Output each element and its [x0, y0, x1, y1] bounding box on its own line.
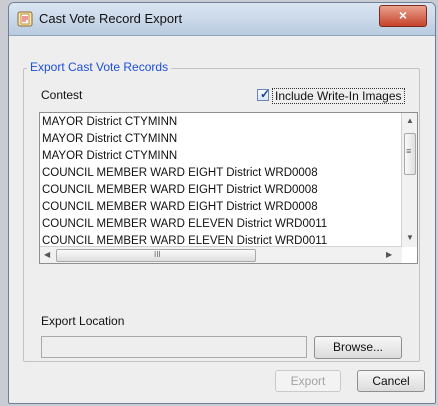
include-write-in-images-checkbox[interactable]: ✓ Include Write-In Images: [257, 87, 419, 105]
dialog-content: Export Cast Vote Records Contest ✓ Inclu…: [15, 36, 429, 397]
scroll-left-icon[interactable]: ◀: [44, 250, 50, 259]
list-item[interactable]: MAYOR District CTYMINN: [42, 114, 177, 131]
include-write-in-images-label[interactable]: Include Write-In Images: [272, 88, 405, 104]
contest-list[interactable]: MAYOR District CTYMINN MAYOR District CT…: [39, 112, 418, 264]
close-icon: ×: [398, 7, 408, 23]
contest-label: Contest: [41, 88, 83, 102]
window-title: Cast Vote Record Export: [39, 11, 183, 26]
app-icon: [17, 11, 33, 27]
grip-icon: III: [154, 250, 161, 259]
scroll-down-icon[interactable]: ▼: [406, 233, 414, 242]
cancel-button[interactable]: Cancel: [357, 370, 425, 392]
scroll-right-icon[interactable]: ▶: [386, 250, 392, 259]
list-item[interactable]: COUNCIL MEMBER WARD EIGHT District WRD00…: [42, 199, 318, 216]
horizontal-scroll-thumb[interactable]: III: [56, 249, 256, 262]
group-title: Export Cast Vote Records: [27, 60, 172, 74]
list-item[interactable]: COUNCIL MEMBER WARD EIGHT District WRD00…: [42, 165, 318, 182]
export-location-label: Export Location: [41, 314, 125, 328]
checkmark-icon: ✓: [260, 87, 271, 101]
list-item[interactable]: COUNCIL MEMBER WARD EIGHT District WRD00…: [42, 182, 318, 199]
cast-vote-record-export-dialog: Cast Vote Record Export × Export Cast Vo…: [8, 2, 436, 404]
export-location-field[interactable]: [41, 336, 307, 358]
grip-icon: ≡: [406, 146, 412, 156]
vertical-scroll-thumb[interactable]: ≡: [404, 133, 416, 175]
checkbox-box[interactable]: ✓: [257, 87, 271, 101]
vertical-scrollbar[interactable]: ▲ ≡ ▼: [401, 113, 417, 247]
horizontal-scrollbar[interactable]: ◀ III ▶: [40, 246, 402, 263]
list-item[interactable]: MAYOR District CTYMINN: [42, 131, 177, 148]
list-item[interactable]: COUNCIL MEMBER WARD ELEVEN District WRD0…: [42, 216, 327, 233]
export-button[interactable]: Export: [275, 370, 341, 392]
title-bar[interactable]: Cast Vote Record Export ×: [9, 3, 435, 36]
scroll-up-icon[interactable]: ▲: [406, 116, 414, 125]
browse-button[interactable]: Browse...: [314, 336, 402, 359]
list-item[interactable]: MAYOR District CTYMINN: [42, 148, 177, 165]
close-button[interactable]: ×: [379, 5, 427, 27]
